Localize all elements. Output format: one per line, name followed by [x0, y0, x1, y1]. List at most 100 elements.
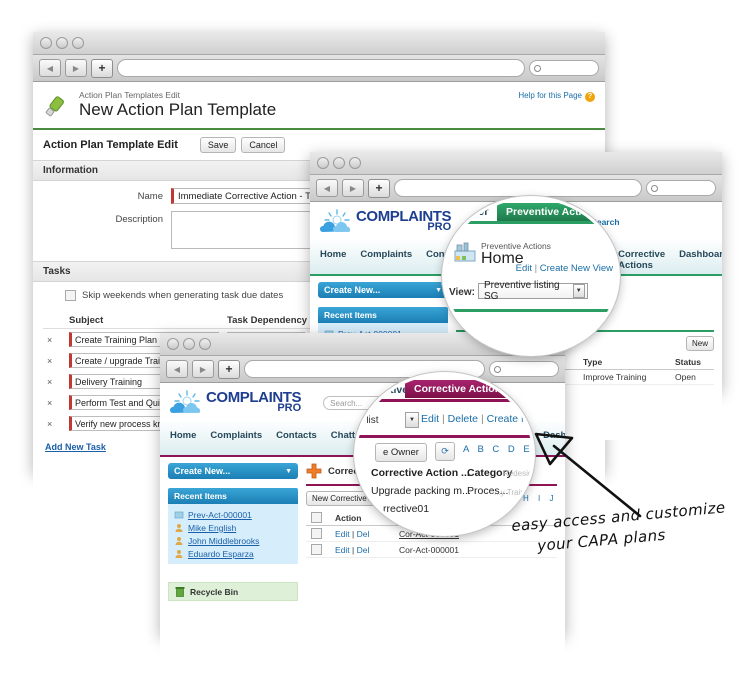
lens-list-links: Edit | Delete | Create New View	[421, 413, 532, 425]
nav-tab-home[interactable]: Home	[320, 249, 346, 271]
select-all-checkbox[interactable]	[311, 512, 322, 523]
lens-view-links: Edit | Create New View	[516, 263, 613, 274]
minimize-icon[interactable]	[183, 338, 195, 350]
nav-tab-contacts[interactable]: Contacts	[276, 430, 317, 452]
col-task-dependency: Task Dependency	[223, 313, 323, 329]
cell-status: Open	[670, 369, 714, 385]
new-button[interactable]: New	[685, 336, 714, 351]
browser-search-field[interactable]	[646, 180, 716, 196]
nav-tab-home[interactable]: Home	[170, 430, 196, 452]
user-icon	[175, 549, 183, 558]
create-new-label: Create New...	[324, 285, 381, 295]
window-controls[interactable]	[317, 157, 361, 169]
new-tab-button[interactable]: +	[91, 58, 113, 78]
chevron-down-icon[interactable]: ▼	[405, 412, 419, 428]
list-item[interactable]: Prev-Act-000001	[174, 508, 292, 521]
lens-link-separator: |	[534, 263, 538, 274]
address-bar[interactable]	[394, 179, 642, 197]
preventive-actions-object-icon	[454, 242, 476, 262]
lens-tab-corrective-actions[interactable]: Corrective Actions	[405, 380, 516, 398]
recent-items-header: Recent Items	[318, 307, 448, 323]
close-icon[interactable]	[167, 338, 179, 350]
help-for-this-page-link[interactable]: Help for this Page?	[518, 91, 595, 102]
minimize-icon[interactable]	[56, 37, 68, 49]
remove-task-button[interactable]: ×	[43, 350, 65, 371]
new-tab-button[interactable]: +	[218, 359, 240, 379]
cancel-button[interactable]: Cancel	[241, 137, 286, 153]
nav-tab-complaints[interactable]: Complaints	[210, 430, 262, 452]
lens-content: Preventive Corrective Actions Dashboards…	[357, 375, 532, 533]
zoom-icon[interactable]	[349, 157, 361, 169]
back-icon[interactable]: ◀	[166, 360, 188, 378]
zoom-icon[interactable]	[199, 338, 211, 350]
list-item[interactable]: Eduardo Esparza	[174, 547, 292, 560]
lens-list-label: ve list	[354, 415, 379, 426]
page-header: Action Plan Templates Edit New Action Pl…	[33, 82, 605, 122]
nav-tab-complaints[interactable]: Complaints	[360, 249, 412, 271]
row-checkbox[interactable]	[311, 528, 322, 539]
minimize-icon[interactable]	[333, 157, 345, 169]
lens-tab-dashboards[interactable]: Dashboards	[503, 384, 532, 396]
nav-tab-corrective-actions[interactable]: Corrective Actions	[618, 249, 665, 271]
recycle-bin-link[interactable]: Recycle Bin	[168, 582, 298, 601]
close-icon[interactable]	[317, 157, 329, 169]
lens-tab-next[interactable]: C...	[587, 206, 604, 218]
lens-create-new-view-link[interactable]: Create New View	[540, 263, 613, 274]
user-icon	[175, 536, 183, 545]
row-checkbox[interactable]	[311, 544, 322, 555]
lens-sub-rule	[357, 435, 532, 438]
complaints-pro-logo: COMPLAINTS PRO	[170, 390, 302, 416]
skip-weekends-checkbox[interactable]	[65, 290, 76, 301]
remove-task-button[interactable]: ×	[43, 371, 65, 392]
window2-titlebar[interactable]	[310, 152, 722, 175]
row-del-link[interactable]: Del	[357, 545, 370, 555]
create-new-button[interactable]: Create New... ▼	[318, 282, 448, 298]
logo-text: COMPLAINTS PRO	[356, 209, 452, 233]
create-new-button[interactable]: Create New... ▼	[168, 463, 298, 479]
address-bar[interactable]	[117, 59, 525, 77]
window-controls[interactable]	[40, 37, 84, 49]
form-buttons: Save Cancel	[199, 137, 286, 153]
recent-items-list: Prev-Act-000001 Mike English John Middle…	[168, 504, 298, 564]
new-tab-button[interactable]: +	[368, 178, 390, 198]
remove-task-button[interactable]: ×	[43, 413, 65, 434]
window1-toolbar[interactable]: ◀ ▶ +	[33, 55, 605, 82]
lens-delete-link[interactable]: Delete	[448, 413, 478, 425]
refresh-icon[interactable]: ⟳	[435, 442, 455, 461]
recent-item-label: Prev-Act-000001	[188, 509, 252, 520]
window-controls[interactable]	[167, 338, 211, 350]
col-status: Status	[670, 355, 714, 370]
back-icon[interactable]: ◀	[39, 59, 61, 77]
save-button[interactable]: Save	[199, 137, 237, 153]
forward-icon[interactable]: ▶	[192, 360, 214, 378]
lens-tab-preventive[interactable]: Preventive	[357, 384, 408, 396]
lens-tab-chatter[interactable]: Chatter	[450, 206, 489, 218]
lens-edit-link[interactable]: Edit	[421, 413, 439, 425]
window1-titlebar[interactable]	[33, 32, 605, 55]
forward-icon[interactable]: ▶	[342, 179, 364, 197]
lens-create-new-view-link[interactable]: Create New View	[487, 413, 532, 425]
remove-task-button[interactable]: ×	[43, 392, 65, 413]
close-icon[interactable]	[40, 37, 52, 49]
zoom-icon[interactable]	[72, 37, 84, 49]
add-new-task-link[interactable]: Add New Task	[45, 442, 106, 452]
lens-alpha-index[interactable]: A B C D E F G	[463, 444, 532, 455]
lens-content: Chatter Preventive Actions C... Preventi…	[445, 199, 617, 353]
lens-view-select[interactable]: Preventive listing SG ▼	[478, 280, 588, 302]
list-item[interactable]: Mike English	[174, 521, 292, 534]
help-question-icon: ?	[585, 92, 595, 102]
nav-tab-dashboards[interactable]: Dashboards	[679, 249, 722, 271]
row-edit-link[interactable]: Edit	[335, 545, 350, 555]
list-item[interactable]: John Middlebrooks	[174, 534, 292, 547]
lens-edit-link[interactable]: Edit	[516, 263, 532, 274]
name-label: Name	[137, 191, 163, 202]
remove-task-button[interactable]: ×	[43, 329, 65, 351]
chevron-down-icon: ▼	[435, 286, 442, 294]
row-edit-link[interactable]: Edit	[335, 529, 350, 539]
forward-icon[interactable]: ▶	[65, 59, 87, 77]
cell-type: Improve Training	[578, 369, 670, 385]
lens-change-owner-button[interactable]: e Owner	[375, 443, 427, 462]
back-icon[interactable]: ◀	[316, 179, 338, 197]
browser-search-field[interactable]	[529, 60, 599, 76]
complaints-pro-logo: COMPLAINTS PRO	[320, 209, 452, 235]
